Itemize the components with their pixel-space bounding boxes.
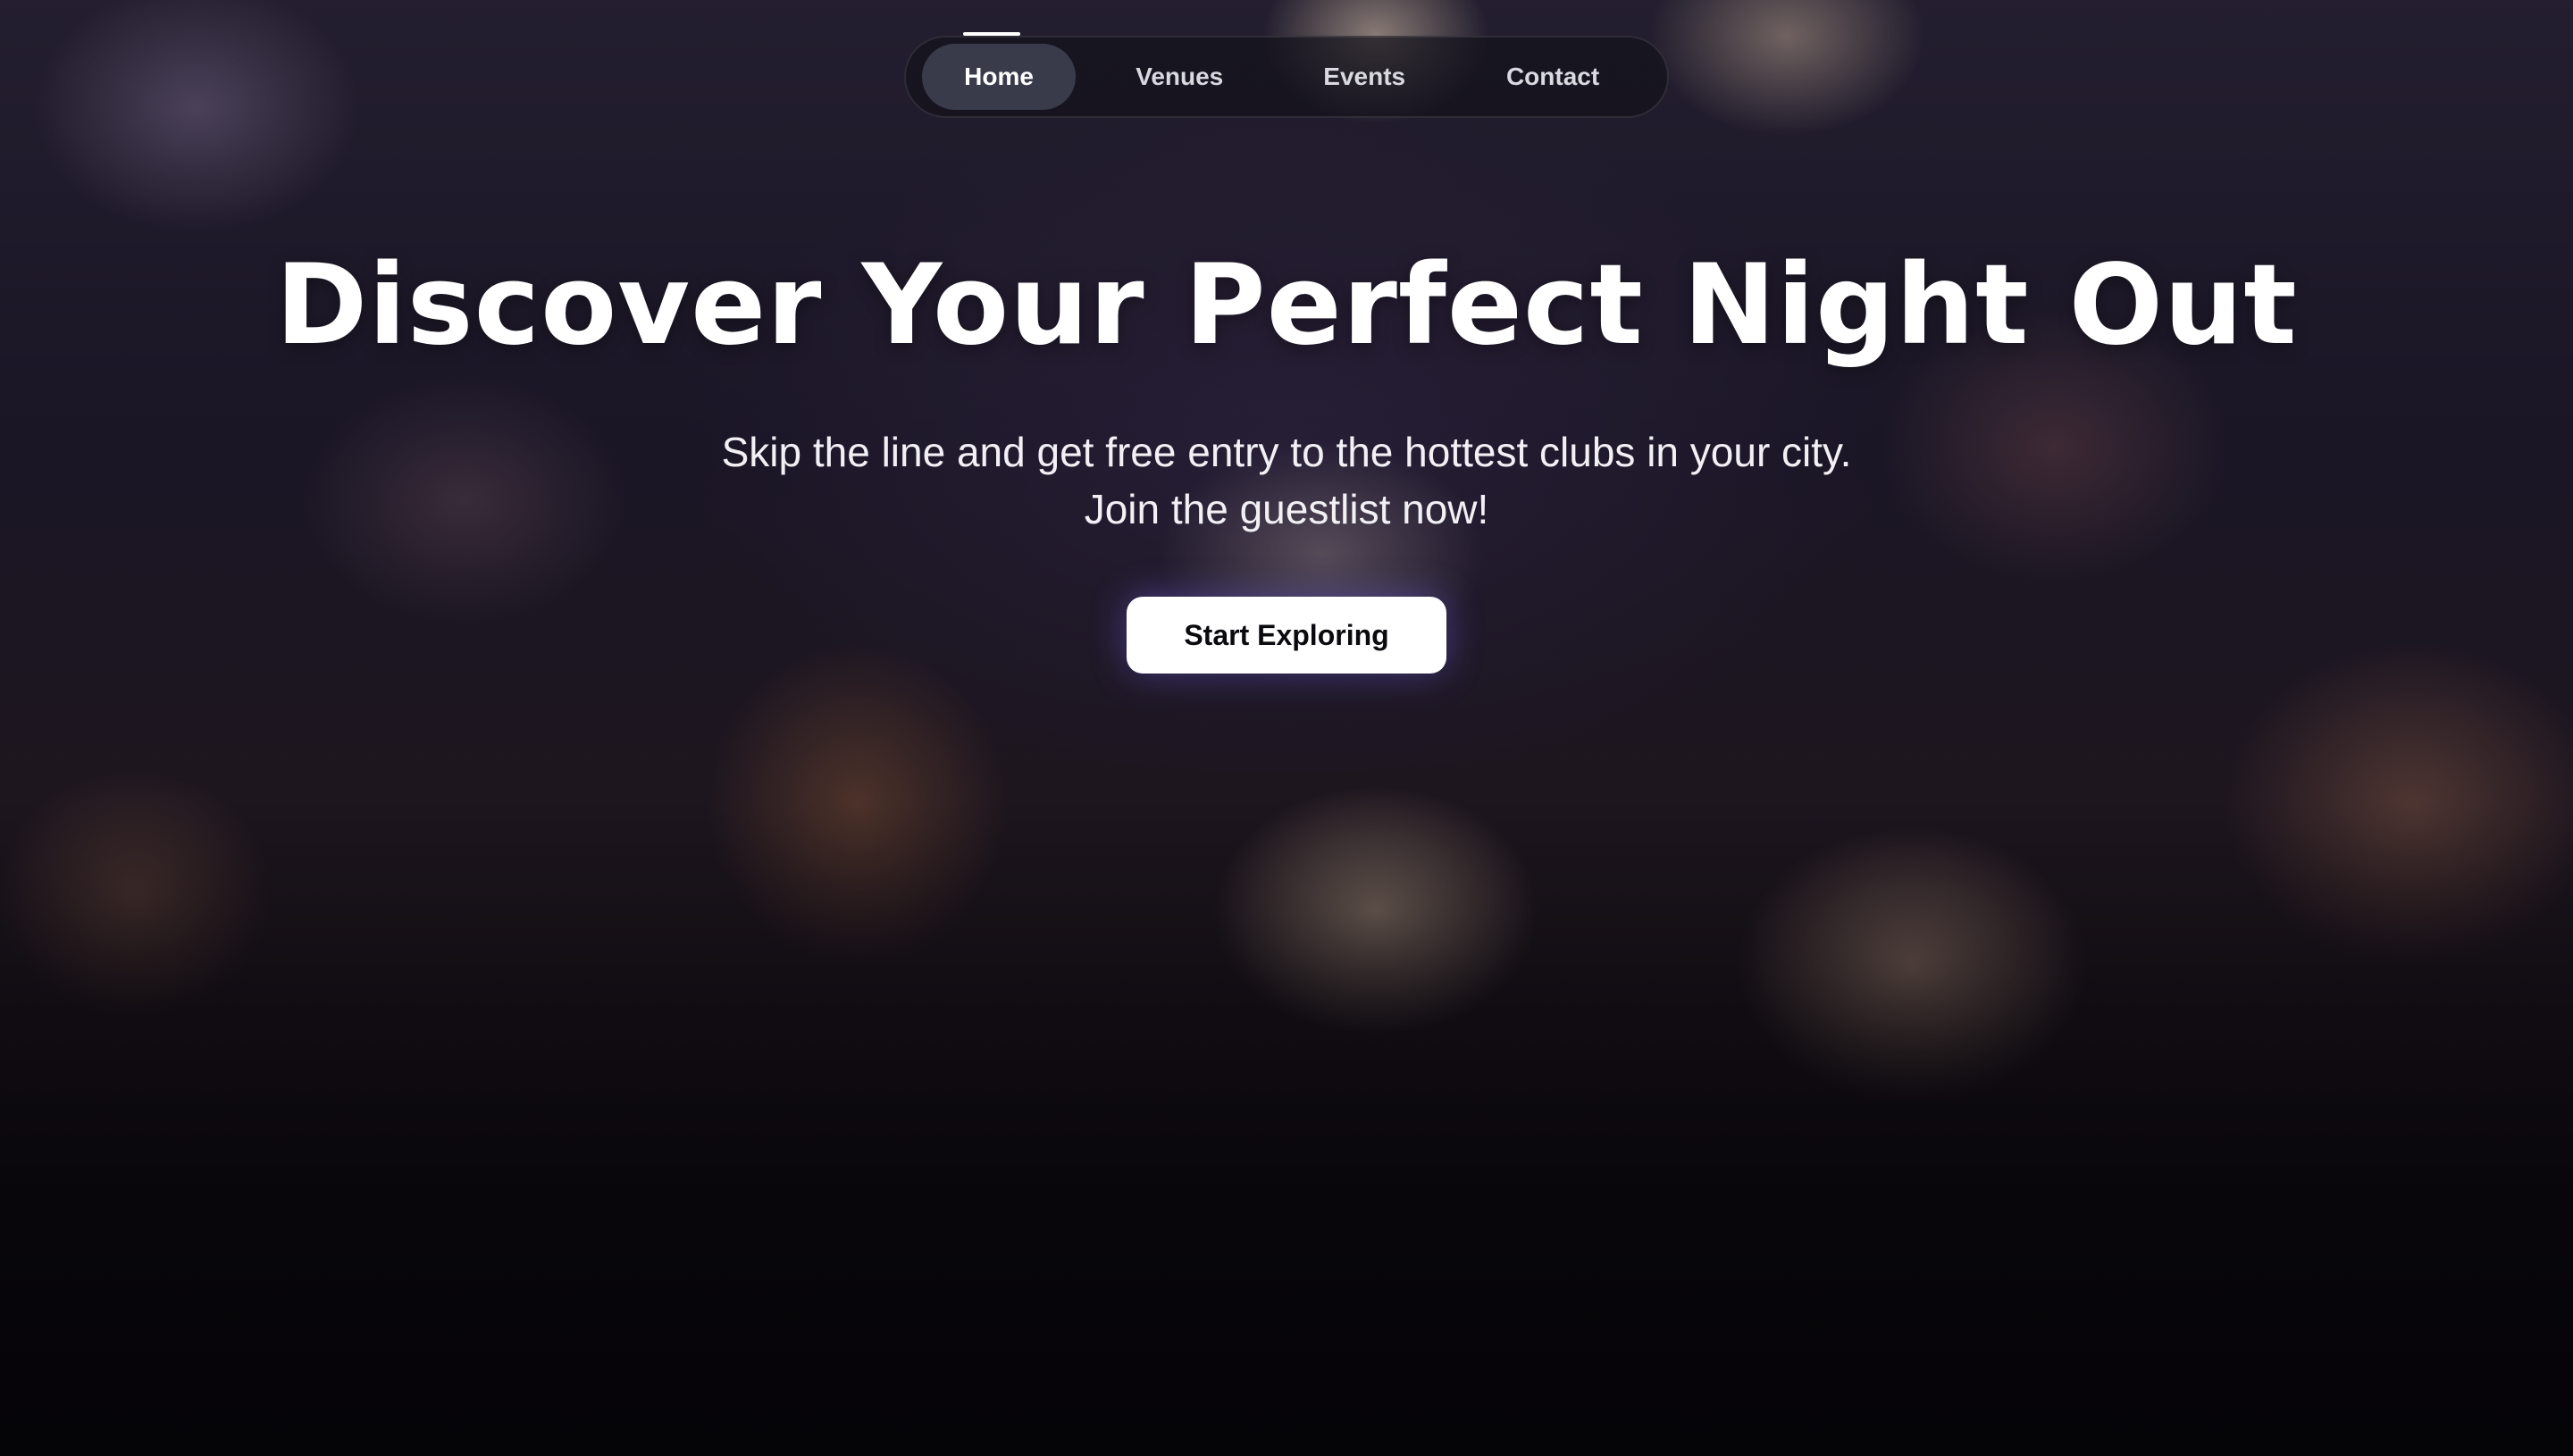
- nav-item-home[interactable]: Home: [922, 44, 1077, 110]
- hero-subtitle-line-1: Skip the line and get free entry to the …: [721, 429, 1852, 475]
- hero-title: Discover Your Perfect Night Out: [275, 241, 2298, 370]
- landing-page: Home Venues Events Contact Discover Your…: [0, 0, 2573, 1456]
- nav-item-events[interactable]: Events: [1283, 44, 1446, 110]
- start-exploring-button[interactable]: Start Exploring: [1127, 597, 1446, 674]
- nav-item-venues[interactable]: Venues: [1076, 44, 1283, 110]
- bottom-fade: [0, 1224, 2573, 1456]
- main-nav: Home Venues Events Contact: [904, 36, 1669, 118]
- nav-item-contact[interactable]: Contact: [1446, 44, 1660, 110]
- hero-subtitle-line-2: Join the guestlist now!: [1084, 486, 1489, 532]
- hero-subtitle: Skip the line and get free entry to the …: [572, 423, 2001, 538]
